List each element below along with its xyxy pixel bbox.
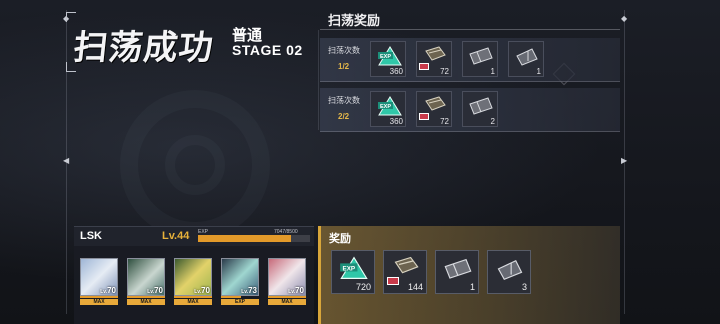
reward-item-exp[interactable]: EXP 360 [370,91,406,127]
item-quantity: 3 [521,282,527,292]
svg-text:EXP: EXP [380,54,391,60]
member-exp-bar [268,296,306,298]
reward-item-part-a[interactable]: 1 [435,250,479,294]
member-level: Lv.70 [288,286,304,295]
item-quantity: 360 [389,117,403,126]
member-level: Lv.70 [194,286,210,295]
team-member-avatar[interactable]: Lv.70 [80,258,118,296]
exp-progress-bar [198,235,310,242]
item-quantity: 1 [536,67,541,76]
player-level: Lv.44 [162,230,190,242]
player-info-bar: LSK Lv.44 EXP 7047/8500 [74,226,314,246]
item-quantity: 720 [355,282,371,292]
member-status-tag: EXP [221,299,259,305]
sweep-rewards-panel: 扫荡奖励 扫荡次数 1/2 EXP 360 72 1 1 扫荡次数 2/2 EX… [320,8,620,132]
member-exp-bar [174,296,212,298]
item-quantity: 72 [440,117,449,126]
exp-crystal-icon: EXP [340,256,368,279]
corner-bracket [66,12,76,22]
member-status-tag: MAX [268,299,306,305]
total-rewards-panel: 奖励 EXP 720 144 1 3 [318,226,620,324]
reward-item-part-a[interactable]: 1 [462,41,498,77]
sweep-success-title: 扫荡成功 [71,28,216,68]
sweep-count-label: 扫荡次数 [328,96,360,105]
reward-item-part-a[interactable]: 2 [462,91,498,127]
exp-crystal-icon: EXP [378,46,402,66]
member-status-tag: MAX [174,299,212,305]
mech-part-b-icon [516,48,538,66]
member-level: Lv.73 [241,286,257,295]
mech-part-b-icon [497,260,523,280]
total-rewards-title: 奖励 [329,233,351,245]
svg-text:EXP: EXP [380,104,391,110]
reward-item-exp[interactable]: EXP 360 [370,41,406,77]
result-title: 扫荡成功 普通 STAGE 02 [66,12,306,72]
item-quantity: 72 [440,67,449,76]
member-level: Lv.70 [147,286,163,295]
sweep-rewards-header: 扫荡奖励 [320,8,620,30]
member-level: Lv.70 [100,286,116,295]
team-member-avatar[interactable]: Lv.70 [127,258,165,296]
sweep-row: 扫荡次数 2/2 EXP 360 72 2 [320,88,620,132]
reward-item-part-b[interactable]: 3 [487,250,531,294]
red-badge-icon [419,63,429,70]
reward-item-part-b[interactable]: 1 [508,41,544,77]
red-badge-icon [419,113,429,120]
sweep-count-label: 扫荡次数 [328,46,360,55]
frame-diamond-icon: ◆ [621,14,628,23]
exp-progress-fill [198,235,291,242]
team-member-avatar[interactable]: Lv.70 [174,258,212,296]
frame-arrow-icon: ◀ [63,156,70,165]
sweep-count-value: 2/2 [338,112,350,121]
item-quantity: 144 [407,282,423,292]
frame-arrow-icon: ▶ [621,156,628,165]
reward-item-exp[interactable]: EXP 720 [331,250,375,294]
reward-item-material[interactable]: 72 [416,41,452,77]
item-quantity: 1 [469,282,475,292]
team-member-avatar[interactable]: Lv.70 [268,258,306,296]
member-exp-bar [127,296,165,298]
svg-text:EXP: EXP [342,265,355,272]
member-exp-bar [80,296,118,298]
member-status-tag: MAX [80,299,118,305]
reward-item-material[interactable]: 144 [383,250,427,294]
mech-part-a-icon [469,97,493,115]
item-quantity: 2 [490,117,495,126]
member-exp-bar [221,296,241,298]
mech-part-a-icon [469,47,493,65]
member-status-tag: MAX [127,299,165,305]
item-quantity: 360 [389,67,403,76]
player-name: LSK [80,230,102,242]
player-panel: LSK Lv.44 EXP 7047/8500 Lv.70 MAX Lv.70 … [74,226,314,324]
reward-item-material[interactable]: 72 [416,91,452,127]
sweep-count-value: 1/2 [338,62,350,71]
exp-crystal-icon: EXP [378,96,402,116]
stage-label: STAGE 02 [232,42,303,58]
item-quantity: 1 [490,67,495,76]
team-member-avatar[interactable]: Lv.73 [221,258,259,296]
divider [318,30,319,130]
mech-part-a-icon [444,258,472,279]
background-ring-decoration-inner [165,135,225,195]
red-badge-icon [387,277,399,285]
sweep-row: 扫荡次数 1/2 EXP 360 72 1 1 [320,38,620,82]
